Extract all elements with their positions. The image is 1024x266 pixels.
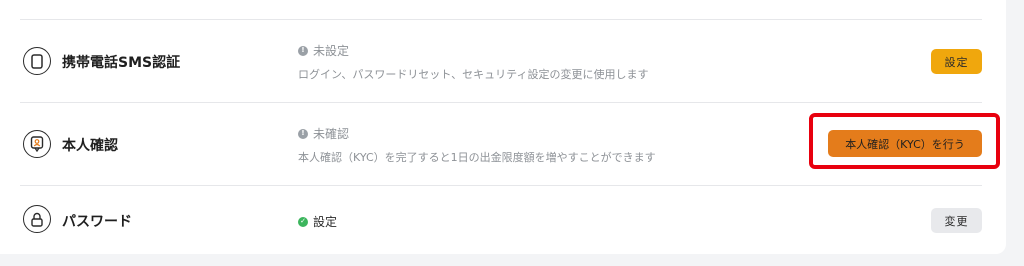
kyc-button-highlight-frame: [809, 113, 1000, 169]
sms-auth-title: 携帯電話SMS認証: [62, 55, 181, 71]
sms-auth-setup-button[interactable]: 設定: [931, 49, 982, 74]
sms-auth-row: 携帯電話SMS認証 ! 未設定 ログイン、パスワードリセット、セキュリティ設定の…: [0, 20, 1006, 102]
info-dot-icon: !: [298, 45, 308, 56]
change-password-button[interactable]: 変更: [931, 208, 982, 233]
phone-icon: [23, 47, 51, 75]
sms-auth-status: ! 未設定: [298, 42, 349, 59]
password-status-text: 設定: [313, 215, 338, 229]
kyc-status-text: 未確認: [313, 127, 350, 141]
password-title: パスワード: [62, 214, 132, 230]
kyc-description: 本人確認（KYC）を完了すると1日の出金限度額を増やすことができます: [298, 151, 656, 164]
lock-icon: [23, 205, 51, 233]
kyc-status: ! 未確認: [298, 125, 349, 142]
check-dot-icon: ✓: [298, 216, 308, 227]
password-row: パスワード ✓ 設定 変更: [0, 186, 1006, 254]
kyc-title: 本人確認: [62, 138, 118, 154]
id-badge-icon: [23, 130, 51, 158]
password-status: ✓ 設定: [298, 213, 337, 230]
info-dot-icon: !: [298, 128, 308, 139]
sms-auth-status-text: 未設定: [313, 44, 350, 58]
sms-auth-description: ログイン、パスワードリセット、セキュリティ設定の変更に使用します: [298, 68, 649, 81]
